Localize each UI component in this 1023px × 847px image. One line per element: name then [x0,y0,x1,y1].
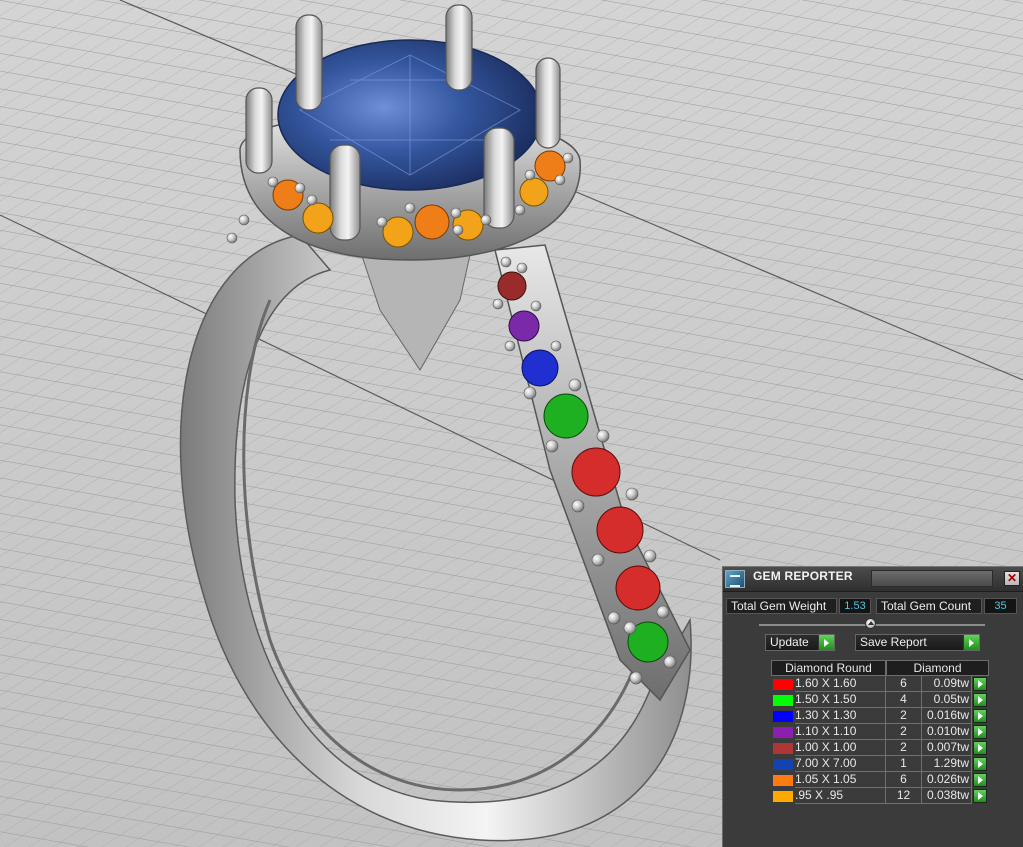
gem-count: 6 [886,772,922,788]
play-arrow-icon[interactable] [973,789,987,803]
gem-count: 12 [886,788,922,804]
play-arrow-icon[interactable] [973,757,987,771]
play-arrow-icon[interactable] [973,709,987,723]
gem-color-swatch [773,727,793,738]
table-row[interactable]: 7.00 X 7.00 1 1.29tw [771,756,991,772]
gem-color-swatch [773,759,793,770]
gem-weight: 0.05tw [922,692,972,708]
gem-weight: 0.09tw [922,676,972,692]
column-header-material: Diamond [886,660,989,676]
gem-weight: 0.010tw [922,724,972,740]
gem-size: .95 X .95 [795,788,886,804]
title-drag-area[interactable] [871,570,993,587]
total-gem-count-label: Total Gem Count [876,598,982,614]
gem-weight: 0.026tw [922,772,972,788]
gem-size: 1.10 X 1.10 [795,724,886,740]
slider-knob-icon[interactable] [865,618,876,629]
play-arrow-icon[interactable] [973,725,987,739]
gem-weight: 0.016tw [922,708,972,724]
close-icon[interactable]: ✕ [1004,571,1020,586]
update-button-label: Update [770,635,809,649]
play-arrow-icon[interactable] [973,677,987,691]
gem-weight: 0.007tw [922,740,972,756]
total-gem-count-value: 35 [984,598,1017,614]
panel-title: GEM REPORTER [753,569,853,583]
table-row[interactable]: 1.50 X 1.50 4 0.05tw [771,692,991,708]
table-row[interactable]: 1.30 X 1.30 2 0.016tw [771,708,991,724]
gem-size: 1.05 X 1.05 [795,772,886,788]
gem-count: 2 [886,708,922,724]
table-row[interactable]: 1.10 X 1.10 2 0.010tw [771,724,991,740]
gem-reporter-panel: GEM REPORTER ✕ Total Gem Weight 1.53 Tot… [722,566,1023,847]
save-report-button[interactable]: Save Report [855,634,980,651]
play-arrow-icon[interactable] [973,693,987,707]
table-row[interactable]: 1.60 X 1.60 6 0.09tw [771,676,991,692]
table-row[interactable]: .95 X .95 12 0.038tw [771,788,991,804]
gem-reporter-app-icon [725,570,745,588]
column-header-shape: Diamond Round [771,660,886,676]
gem-weight: 0.038tw [922,788,972,804]
gem-reporter-titlebar[interactable]: GEM REPORTER ✕ [723,567,1023,592]
gem-weight: 1.29tw [922,756,972,772]
play-arrow-icon[interactable] [973,741,987,755]
play-arrow-icon[interactable] [973,773,987,787]
save-report-button-label: Save Report [860,635,927,649]
total-gem-weight-value: 1.53 [839,598,871,614]
update-button[interactable]: Update [765,634,835,651]
total-gem-weight-label: Total Gem Weight [726,598,837,614]
gem-color-swatch [773,711,793,722]
play-arrow-icon [963,635,979,650]
gem-count: 2 [886,740,922,756]
table-row[interactable]: 1.00 X 1.00 2 0.007tw [771,740,991,756]
gem-count: 2 [886,724,922,740]
gem-size: 7.00 X 7.00 [795,756,886,772]
table-row[interactable]: 1.05 X 1.05 6 0.026tw [771,772,991,788]
gem-color-swatch [773,743,793,754]
gem-size: 1.30 X 1.30 [795,708,886,724]
play-arrow-icon [818,635,834,650]
gem-color-swatch [773,791,793,802]
gem-size: 1.50 X 1.50 [795,692,886,708]
gem-count: 6 [886,676,922,692]
gem-color-swatch [773,695,793,706]
gem-count: 4 [886,692,922,708]
gem-color-swatch [773,679,793,690]
gem-size: 1.60 X 1.60 [795,676,886,692]
gem-count: 1 [886,756,922,772]
gem-size: 1.00 X 1.00 [795,740,886,756]
gem-color-swatch [773,775,793,786]
